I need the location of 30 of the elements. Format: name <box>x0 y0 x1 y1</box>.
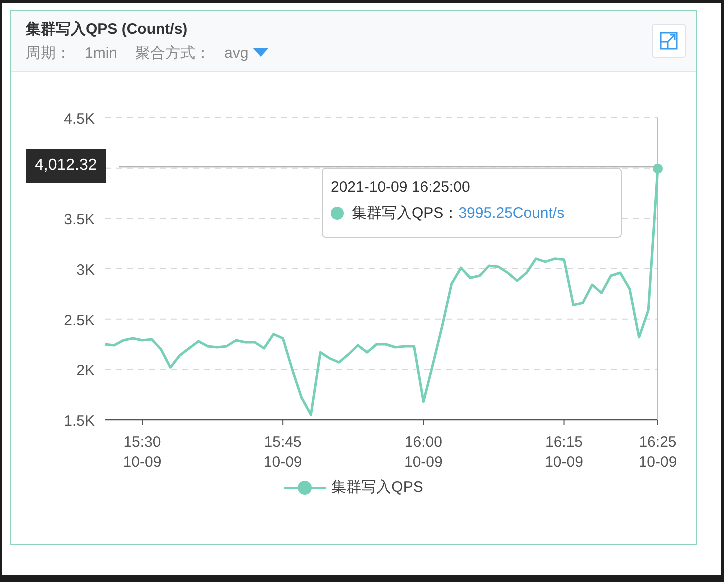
aggregation-label: 聚合方式： <box>136 44 211 62</box>
chart-title: 集群写入QPS (Count/s) <box>26 20 189 38</box>
y-axis-label: 3.5K <box>64 212 95 229</box>
x-axis-time: 15:45 <box>264 434 302 451</box>
x-axis-date: 10-09 <box>404 454 443 471</box>
tooltip-series-label: 集群写入QPS： <box>352 204 459 223</box>
y-axis-label: 4.5K <box>64 111 95 128</box>
legend-item[interactable]: 集群写入QPS <box>284 478 424 497</box>
expand-button[interactable] <box>652 24 686 58</box>
period-value: 1min <box>85 44 118 62</box>
x-axis-time: 16:25 <box>639 434 677 451</box>
y-axis-label: 3K <box>76 262 95 279</box>
y-axis-label: 2K <box>76 362 95 380</box>
x-axis-time: 16:15 <box>546 434 584 451</box>
crosshair-value-label: 4,012.32 <box>26 149 106 183</box>
x-axis-date: 10-09 <box>123 454 162 471</box>
hover-point <box>653 164 663 174</box>
expand-icon <box>659 31 679 51</box>
x-axis-time: 16:00 <box>404 434 442 451</box>
period-label: 周期： <box>26 44 71 62</box>
tooltip-time: 2021-10-09 16:25:00 <box>331 179 472 196</box>
x-axis-date: 10-09 <box>545 454 584 471</box>
x-axis-date: 10-09 <box>264 454 302 471</box>
x-axis-date: 10-09 <box>638 454 678 471</box>
caret-icon <box>252 48 269 58</box>
x-axis-time: 15:30 <box>124 434 162 451</box>
y-axis-label: 1.5K <box>64 413 95 430</box>
legend-marker-icon <box>284 480 326 496</box>
tooltip-value: 3995.25Count/s <box>458 205 565 222</box>
y-axis-label: 2.5K <box>64 312 95 330</box>
